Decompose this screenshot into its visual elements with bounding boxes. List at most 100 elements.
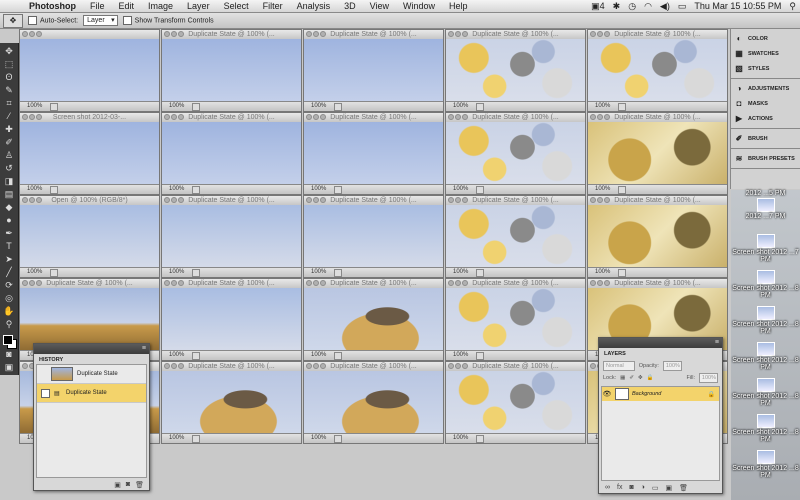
close-window-icon[interactable] bbox=[448, 31, 454, 37]
zoom-level[interactable]: 100% bbox=[169, 103, 184, 109]
ps-status-icon[interactable]: ▣4 bbox=[591, 1, 605, 12]
zoom-level[interactable]: 100% bbox=[169, 435, 184, 441]
close-window-icon[interactable] bbox=[306, 197, 312, 203]
status-menu-icon[interactable] bbox=[476, 186, 484, 194]
close-window-icon[interactable] bbox=[22, 114, 28, 120]
delete-layer-icon[interactable]: 🗑 bbox=[679, 484, 688, 492]
dock-color[interactable]: ◐ COLOR bbox=[731, 31, 800, 46]
menu-image[interactable]: Image bbox=[141, 0, 180, 12]
minimize-window-icon[interactable] bbox=[455, 363, 461, 369]
hand-tool-icon[interactable]: ✋ bbox=[2, 305, 16, 317]
minimize-window-icon[interactable] bbox=[597, 31, 603, 37]
zoom-window-icon[interactable] bbox=[604, 197, 610, 203]
close-window-icon[interactable] bbox=[590, 363, 596, 369]
minimize-window-icon[interactable] bbox=[171, 114, 177, 120]
document-window[interactable]: 100% bbox=[19, 29, 160, 112]
document-window[interactable]: Duplicate State @ 100% (... 100% bbox=[587, 29, 728, 112]
healing-brush-tool-icon[interactable]: ✚ bbox=[2, 123, 16, 135]
document-window[interactable]: Duplicate State @ 100% (... 100% bbox=[161, 361, 302, 444]
quick-select-tool-icon[interactable]: ✎ bbox=[2, 84, 16, 96]
status-menu-icon[interactable] bbox=[192, 352, 200, 360]
menu-analysis[interactable]: Analysis bbox=[290, 0, 338, 12]
status-menu-icon[interactable] bbox=[334, 269, 342, 277]
layer-row[interactable]: 👁 Background 🔒 bbox=[602, 387, 719, 401]
menu-edit[interactable]: Edit bbox=[112, 0, 142, 12]
zoom-level[interactable]: 100% bbox=[595, 186, 610, 192]
document-window[interactable]: Duplicate State @ 100% (... 100% bbox=[161, 29, 302, 112]
zoom-level[interactable]: 100% bbox=[453, 103, 468, 109]
zoom-level[interactable]: 100% bbox=[27, 269, 42, 275]
clock[interactable]: Thu Mar 15 10:55 PM bbox=[694, 1, 781, 11]
desktop-file[interactable]: Screen shot 2012 ...8 PM bbox=[731, 306, 800, 335]
status-menu-icon[interactable] bbox=[334, 435, 342, 443]
status-menu-icon[interactable] bbox=[50, 269, 58, 277]
dock-swatches[interactable]: ▦ SWATCHES bbox=[731, 46, 800, 61]
app-menu[interactable]: Photoshop bbox=[22, 0, 83, 12]
close-window-icon[interactable] bbox=[164, 114, 170, 120]
zoom-level[interactable]: 100% bbox=[311, 352, 326, 358]
close-window-icon[interactable] bbox=[164, 280, 170, 286]
status-menu-icon[interactable] bbox=[50, 103, 58, 111]
new-document-icon[interactable]: ▣ bbox=[114, 481, 121, 489]
lasso-tool-icon[interactable]: ʘ bbox=[2, 71, 16, 83]
status-menu-icon[interactable] bbox=[476, 435, 484, 443]
delete-icon[interactable]: 🗑 bbox=[135, 481, 144, 489]
panel-header[interactable]: ≡ bbox=[34, 344, 149, 354]
document-window[interactable]: Duplicate State @ 100% (... 100% bbox=[445, 112, 586, 195]
zoom-window-icon[interactable] bbox=[604, 31, 610, 37]
minimize-window-icon[interactable] bbox=[455, 114, 461, 120]
marquee-tool-icon[interactable]: ⬚ bbox=[2, 58, 16, 70]
minimize-window-icon[interactable] bbox=[455, 280, 461, 286]
close-window-icon[interactable] bbox=[22, 363, 28, 369]
minimize-window-icon[interactable] bbox=[171, 363, 177, 369]
document-canvas[interactable] bbox=[20, 205, 159, 268]
new-snapshot-icon[interactable]: ◙ bbox=[126, 481, 130, 488]
zoom-window-icon[interactable] bbox=[36, 280, 42, 286]
document-canvas[interactable] bbox=[446, 122, 585, 185]
status-menu-icon[interactable] bbox=[618, 186, 626, 194]
zoom-level[interactable]: 100% bbox=[311, 269, 326, 275]
menu-3d[interactable]: 3D bbox=[337, 0, 363, 12]
close-window-icon[interactable] bbox=[590, 31, 596, 37]
close-window-icon[interactable] bbox=[306, 280, 312, 286]
visibility-eye-icon[interactable]: 👁 bbox=[602, 390, 612, 398]
status-menu-icon[interactable] bbox=[334, 186, 342, 194]
auto-select-checkbox[interactable]: Auto-Select: bbox=[28, 16, 78, 25]
document-canvas[interactable] bbox=[162, 288, 301, 351]
close-window-icon[interactable] bbox=[164, 363, 170, 369]
document-canvas[interactable] bbox=[162, 371, 301, 434]
zoom-level[interactable]: 100% bbox=[27, 103, 42, 109]
zoom-window-icon[interactable] bbox=[320, 280, 326, 286]
minimize-window-icon[interactable] bbox=[455, 31, 461, 37]
menu-view[interactable]: View bbox=[363, 0, 396, 12]
close-window-icon[interactable] bbox=[448, 363, 454, 369]
fill-input[interactable]: 100% bbox=[699, 373, 718, 383]
dodge-tool-icon[interactable]: ● bbox=[2, 214, 16, 226]
layer-style-icon[interactable]: fx bbox=[617, 484, 622, 491]
close-window-icon[interactable] bbox=[22, 31, 28, 37]
history-brush-tool-icon[interactable]: ↺ bbox=[2, 162, 16, 174]
status-menu-icon[interactable] bbox=[476, 103, 484, 111]
close-window-icon[interactable] bbox=[164, 197, 170, 203]
zoom-level[interactable]: 100% bbox=[453, 352, 468, 358]
minimize-window-icon[interactable] bbox=[29, 31, 35, 37]
panel-menu-icon[interactable]: ≡ bbox=[715, 339, 719, 346]
minimize-window-icon[interactable] bbox=[597, 197, 603, 203]
document-canvas[interactable] bbox=[588, 39, 727, 102]
document-canvas[interactable] bbox=[20, 122, 159, 185]
layers-tab[interactable]: LAYERS bbox=[601, 349, 629, 359]
document-window[interactable]: Duplicate State @ 100% (... 100% bbox=[445, 195, 586, 278]
lock-transparency-icon[interactable]: ▦ bbox=[620, 375, 625, 381]
new-layer-icon[interactable]: ▣ bbox=[666, 484, 673, 492]
minimize-window-icon[interactable] bbox=[29, 114, 35, 120]
lock-position-icon[interactable]: ✥ bbox=[638, 375, 643, 381]
status-menu-icon[interactable] bbox=[476, 352, 484, 360]
minimize-window-icon[interactable] bbox=[455, 197, 461, 203]
wifi-icon[interactable]: ◠ bbox=[644, 1, 652, 12]
history-state[interactable]: ▤ Duplicate State bbox=[37, 384, 146, 403]
zoom-window-icon[interactable] bbox=[462, 197, 468, 203]
document-canvas[interactable] bbox=[304, 39, 443, 102]
minimize-window-icon[interactable] bbox=[313, 197, 319, 203]
desktop-file[interactable]: Screen shot 2012 ...7 PM bbox=[731, 234, 800, 263]
dock-styles[interactable]: ▧ STYLES bbox=[731, 61, 800, 76]
